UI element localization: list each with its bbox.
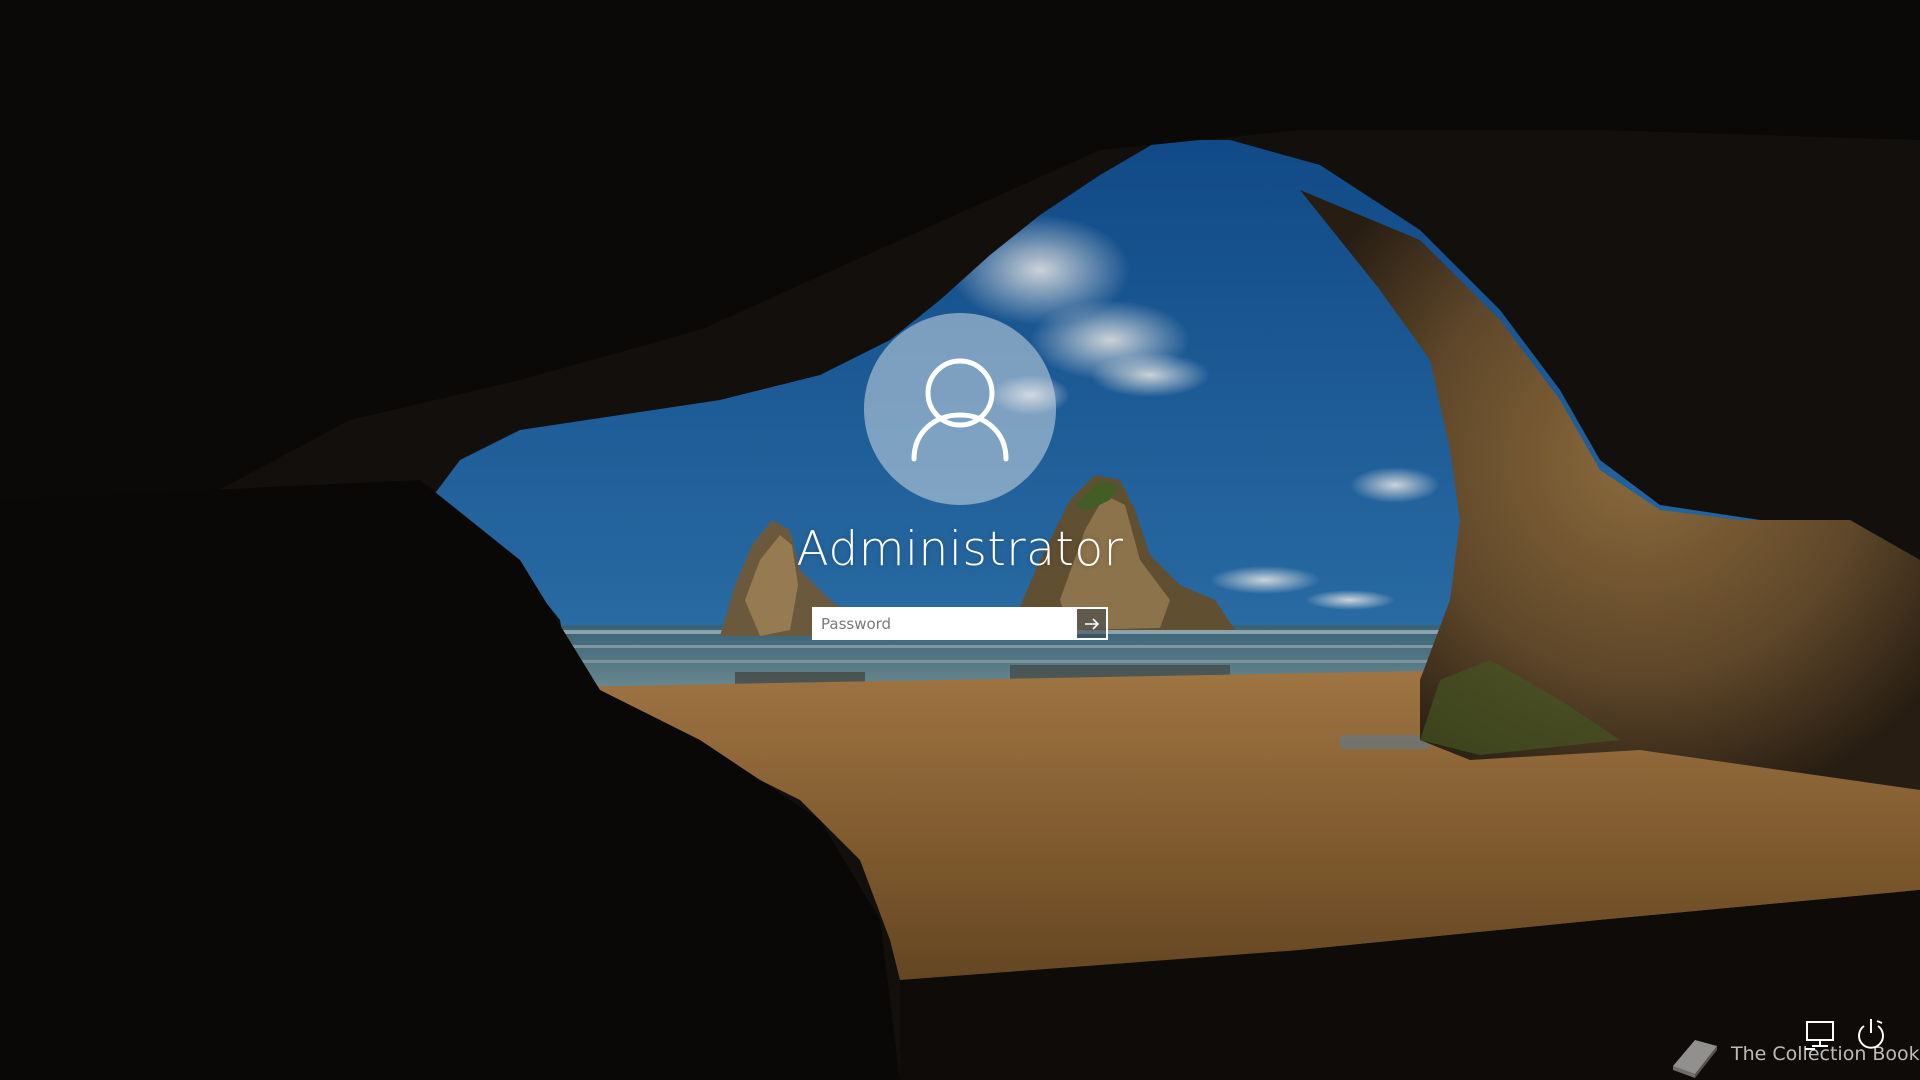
user-avatar (864, 313, 1056, 505)
user-silhouette-icon (911, 358, 1009, 462)
password-input[interactable] (812, 607, 1075, 640)
password-row (812, 607, 1108, 640)
watermark-text: The Collection Book (1731, 1043, 1920, 1065)
submit-button[interactable] (1075, 607, 1108, 640)
username-label: Administrator (796, 522, 1124, 577)
watermark: The Collection Book (1665, 1028, 1920, 1080)
arrow-right-icon (1084, 617, 1099, 630)
lock-screen: Administrator The Collection Book (0, 0, 1920, 1080)
book-icon (1673, 1040, 1717, 1078)
